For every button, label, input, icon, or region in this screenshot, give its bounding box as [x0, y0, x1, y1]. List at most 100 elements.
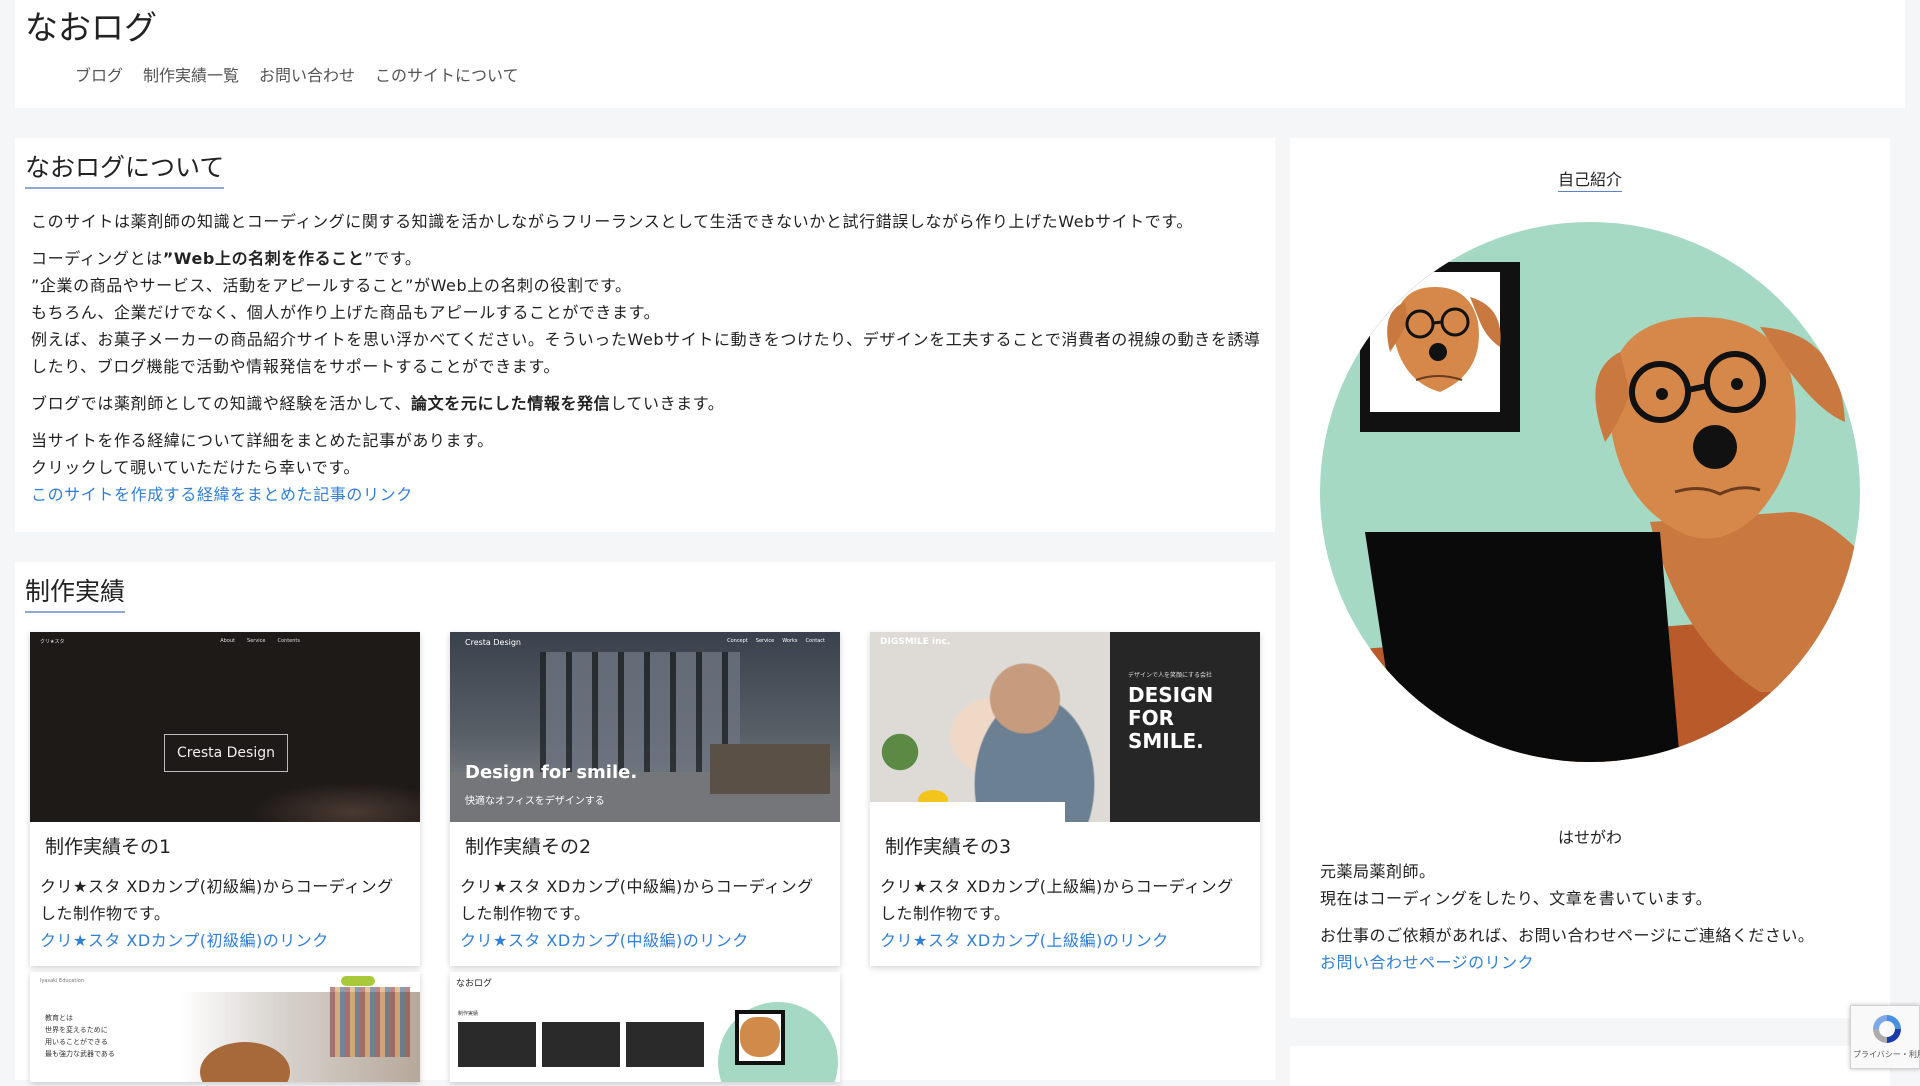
recaptcha-icon [1873, 1015, 1901, 1043]
thumb-copy-line: 世界を変えるために [45, 1026, 108, 1034]
nav-item-works[interactable]: 制作実績一覧 [143, 62, 239, 86]
work-desc-2: クリ★スタ XDカンプ(中級編)からコーディングした制作物です。 [460, 877, 814, 923]
about-bold-text: 論文を元にした情報を発信 [411, 394, 611, 413]
about-text: ”企業の商品やサービス、活動をアピールすること”がWeb上の名刺の役割です。 [31, 276, 632, 295]
thumb-copy-line: 用いることができる [45, 1038, 108, 1046]
thumb-section: 制作実績 [458, 1011, 479, 1017]
about-text: クリックして覗いていただけたら幸いです。 [31, 458, 360, 477]
thumb-mini-card [458, 1022, 536, 1067]
site-title[interactable]: なおログ [25, 4, 157, 52]
work-card-2[interactable]: Cresta Design Concept Service Works Cont… [450, 632, 840, 966]
thumb-photo [930, 632, 1120, 822]
thumb-mini-card [626, 1022, 704, 1067]
work-title-1: 制作実績その1 [45, 836, 172, 858]
work-link-3[interactable]: クリ★スタ XDカンプ(上級編)のリンク [880, 927, 1250, 954]
works-section: 制作実績 クリ★スタ About Service Contents Cresta… [15, 562, 1275, 1082]
recaptcha-text[interactable]: プライバシー・利用規約 [1853, 1050, 1920, 1059]
about-heading: なおログについて [25, 148, 225, 189]
thumb-nav: About Service Contents [220, 638, 300, 644]
about-paragraph-4: 当サイトを作る経緯について詳細をまとめた記事があります。 クリックして覗いていた… [31, 427, 1261, 508]
work-thumbnail-2[interactable]: Cresta Design Concept Service Works Cont… [450, 632, 840, 822]
thumb-nav-item: Contact [805, 638, 825, 644]
about-text: 例えば、お菓子メーカーの商品紹介サイトを思い浮かべてください。そういったWebサ… [31, 330, 1261, 376]
about-paragraph-3: ブログでは薬剤師としての知識や経験を活かして、論文を元にした情報を発信していきま… [31, 390, 1261, 417]
contact-page-link[interactable]: お問い合わせページのリンク [1320, 953, 1534, 972]
dog-avatar-illustration [1320, 222, 1860, 762]
thumb-title-frame: Cresta Design [164, 734, 288, 772]
thumb-headline-line: DESIGN [1128, 683, 1214, 707]
profile-body: 元薬局薬剤師。 現在はコーディングをしたり、文章を書いています。 お仕事のご依頼… [1320, 858, 1880, 986]
profile-heading-text: 自己紹介 [1557, 170, 1622, 192]
work-card-1[interactable]: クリ★スタ About Service Contents Cresta Desi… [30, 632, 420, 966]
thumb-photo-counter [710, 744, 830, 794]
thumb-avatar-dog [740, 1017, 780, 1057]
work-thumbnail-3[interactable]: DIGSMILE inc. デザインで人を笑顔にする会社 DESIGN FOR … [870, 632, 1260, 822]
thumb-kicker: デザインで人を笑顔にする会社 [1128, 672, 1213, 679]
about-article-link[interactable]: このサイトを作成する経緯をまとめた記事のリンク [31, 485, 413, 504]
thumb-copy-line: 最も強力な武器である [45, 1050, 115, 1058]
thumb-nav-item: Service [247, 638, 266, 644]
about-paragraph-2: コーディングとは”Web上の名刺を作ること”です。 ”企業の商品やサービス、活動… [31, 245, 1261, 380]
about-paragraph-1: このサイトは薬剤師の知識とコーディングに関する知識を活かしながらフリーランスとし… [31, 212, 1193, 231]
about-text: コーディングとは [31, 249, 163, 268]
work-thumbnail-1[interactable]: クリ★スタ About Service Contents Cresta Desi… [30, 632, 420, 822]
profile-text: 現在はコーディングをしたり、文章を書いています。 [1320, 889, 1713, 908]
about-body: このサイトは薬剤師の知識とコーディングに関する知識を活かしながらフリーランスとし… [31, 208, 1261, 518]
thumb-plant [880, 722, 920, 782]
about-text: もちろん、企業だけでなく、個人が作り上げた商品もアピールすることができます。 [31, 303, 661, 322]
about-section: なおログについて このサイトは薬剤師の知識とコーディングに関する知識を活かしなが… [15, 138, 1275, 532]
profile-sidebar: 自己紹介 はせがわ 元薬局薬剤師。 現在はコーディングをしたり、文章を書いていま… [1290, 138, 1890, 1018]
thumb-nav-item: Works [782, 638, 798, 644]
work-link-1[interactable]: クリ★スタ XDカンプ(初級編)のリンク [40, 927, 410, 954]
sidebar-next-card [1290, 1046, 1890, 1086]
site-header: なおログ ブログ 制作実績一覧 お問い合わせ このサイトについて [15, 0, 1905, 108]
thumb-brand: DIGSMILE inc. [880, 637, 951, 647]
thumb-nav-pill [341, 976, 375, 986]
work-desc-1: クリ★スタ XDカンプ(初級編)からコーディングした制作物です。 [40, 877, 394, 923]
profile-paragraph-1: 元薬局薬剤師。 現在はコーディングをしたり、文章を書いています。 [1320, 858, 1880, 912]
thumb-nav: Concept Service Works Contact [727, 638, 825, 644]
thumb-photo [250, 782, 420, 822]
thumb-headline: DESIGN FOR SMILE. [1128, 684, 1213, 753]
work-title-2: 制作実績その2 [465, 836, 592, 858]
work-title-3: 制作実績その3 [885, 836, 1012, 858]
thumb-strip [870, 802, 1065, 822]
thumb-bookshelf [330, 987, 410, 1057]
profile-paragraph-2: お仕事のご依頼があれば、お問い合わせページにご連絡ください。 お問い合わせページ… [1320, 922, 1880, 976]
about-text: ”です。 [364, 249, 422, 268]
thumb-copy-line: 教育とは [45, 1014, 73, 1022]
about-text: していきます。 [610, 394, 725, 413]
thumb-copy: 教育とは 世界を変えるために 用いることができる 最も強力な武器である [45, 1012, 115, 1060]
nav-item-about[interactable]: このサイトについて [375, 62, 519, 86]
thumb-tagline: Design for smile. [465, 762, 638, 783]
thumb-logo: クリ★スタ [40, 639, 65, 645]
thumb-mini-card [542, 1022, 620, 1067]
avatar [1320, 222, 1860, 762]
thumb-headline-line: FOR [1128, 706, 1175, 730]
work-card-5[interactable]: なおログ 制作実績 [450, 972, 840, 1082]
recaptcha-badge[interactable]: プライバシー・利用規約 [1850, 1005, 1920, 1069]
works-heading: 制作実績 [25, 572, 126, 613]
profile-text: お仕事のご依頼があれば、お問い合わせページにご連絡ください。 [1320, 926, 1815, 945]
thumb-nav-item: Concept [727, 638, 748, 644]
about-text: 当サイトを作る経緯について詳細をまとめた記事があります。 [31, 431, 494, 450]
about-text: ブログでは薬剤師としての知識や経験を活かして、 [31, 394, 412, 413]
nav-item-blog[interactable]: ブログ [75, 62, 123, 86]
thumb-title: なおログ [456, 979, 493, 989]
thumb-nav-item: About [220, 638, 236, 644]
thumb-nav-item: Service [755, 638, 775, 644]
thumb-subtitle: 快適なオフィスをデザインする [465, 796, 605, 807]
thumb-logo: Cresta Design [465, 638, 521, 647]
nav-item-contact[interactable]: お問い合わせ [259, 62, 355, 86]
about-bold-text: ”Web上の名刺を作ること [162, 249, 365, 268]
profile-text: 元薬局薬剤師。 [1320, 862, 1436, 881]
thumb-nav-item: Contents [277, 638, 301, 644]
thumb-headline-line: SMILE. [1128, 729, 1204, 753]
global-nav: ブログ 制作実績一覧 お問い合わせ このサイトについて [75, 62, 519, 86]
profile-name: はせがわ [1557, 828, 1622, 847]
work-card-3[interactable]: DIGSMILE inc. デザインで人を笑顔にする会社 DESIGN FOR … [870, 632, 1260, 966]
work-card-4[interactable]: Iyasaki Education 教育とは 世界を変えるために 用いることがで… [30, 972, 420, 1082]
profile-heading: 自己紹介 [1290, 166, 1890, 192]
work-desc-3: クリ★スタ XDカンプ(上級編)からコーディングした制作物です。 [880, 877, 1234, 923]
work-link-2[interactable]: クリ★スタ XDカンプ(中級編)のリンク [460, 927, 830, 954]
